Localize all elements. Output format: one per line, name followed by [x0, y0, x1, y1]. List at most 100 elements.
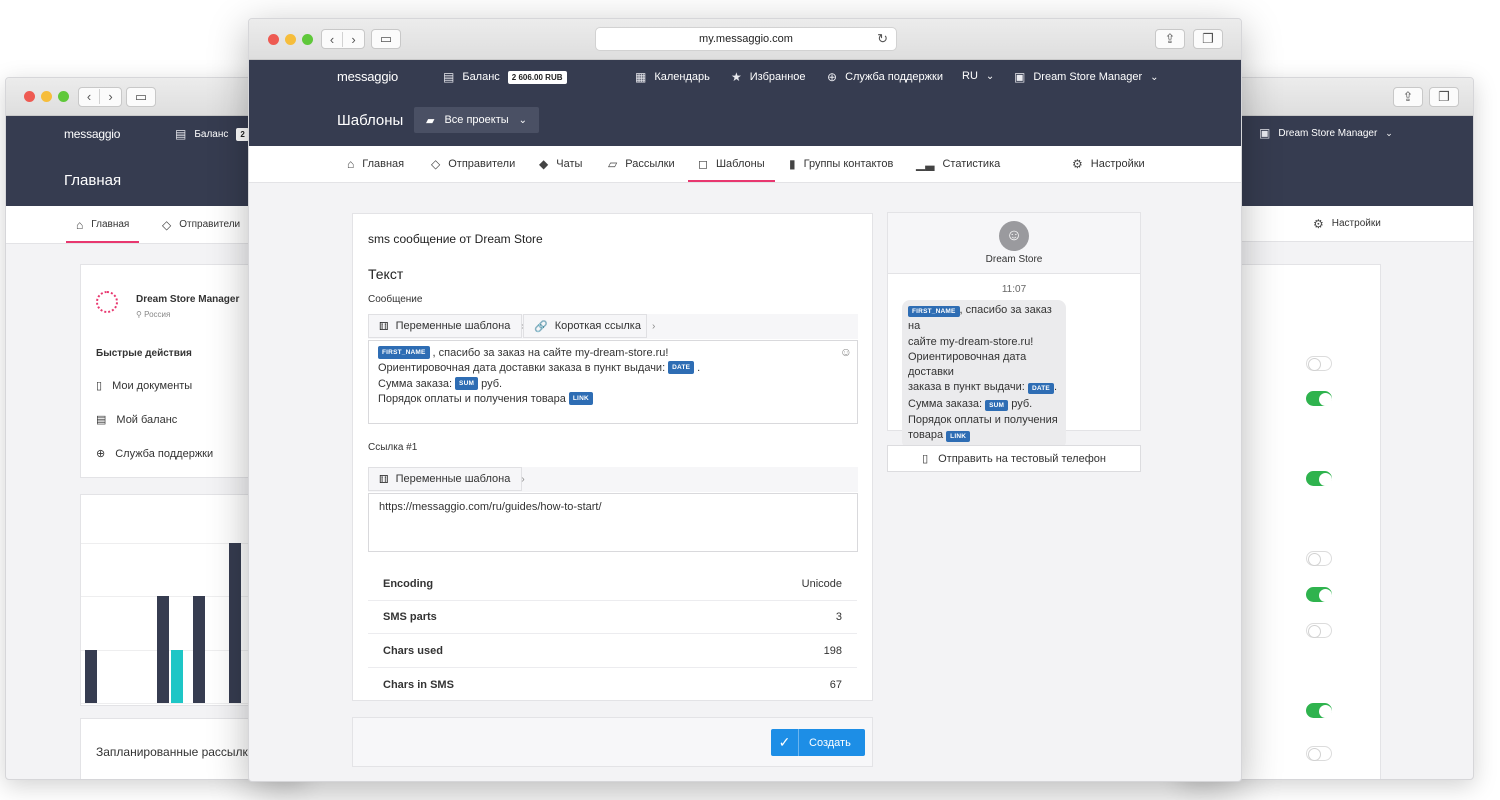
- logo[interactable]: messaggio: [64, 127, 120, 141]
- link-icon: 🔗: [534, 320, 548, 333]
- home-icon: ⌂: [347, 157, 355, 171]
- balance-badge: 2 606.00 RUB: [507, 70, 567, 84]
- variables-icon: ⚅: [379, 320, 389, 333]
- user-icon: ☺: [1005, 227, 1023, 244]
- link-label: Ссылка #1: [368, 442, 418, 453]
- variable-tag: SUM: [455, 377, 479, 390]
- check-icon: ✓: [771, 729, 799, 756]
- language-select[interactable]: RU ⌄: [962, 70, 994, 82]
- maximize-window-icon[interactable]: [58, 91, 69, 102]
- page-title: Шаблоны: [337, 112, 404, 129]
- calendar-icon: ▦: [635, 70, 647, 84]
- link-variables-button[interactable]: ⚅ Переменные шаблона ›: [368, 467, 525, 491]
- projects-dropdown[interactable]: ▰ Все проекты ⌄: [414, 107, 540, 133]
- history-buttons[interactable]: ‹ ›: [321, 29, 365, 49]
- forward-arrow-icon[interactable]: ›: [343, 32, 364, 47]
- sidebar-toggle-button[interactable]: ▭: [126, 86, 156, 107]
- quick-action-documents[interactable]: ▯ Мои документы: [96, 379, 192, 393]
- toggle-7[interactable]: [1306, 703, 1332, 718]
- tab-settings[interactable]: ⚙ Настройки: [1072, 146, 1145, 182]
- tabs-icon: ❐: [1202, 31, 1214, 46]
- tab-settings[interactable]: ⚙ Настройки: [1313, 206, 1381, 241]
- link-input[interactable]: https://messaggio.com/ru/guides/how-to-s…: [368, 493, 858, 552]
- chart-bar: [193, 595, 205, 703]
- share-icon: ⇪: [1402, 88, 1414, 104]
- phone-icon: ▯: [922, 453, 929, 465]
- tab-home[interactable]: ⌂ Главная: [65, 206, 140, 243]
- variable-tag: FIRST_NAME: [908, 306, 960, 317]
- quick-action-support[interactable]: ⊕ Служба поддержки: [96, 447, 213, 461]
- gear-icon: ⚙: [1313, 216, 1324, 231]
- maximize-window-icon[interactable]: [302, 33, 313, 45]
- tabs-button[interactable]: ❐: [1429, 86, 1459, 107]
- tab-contact-groups[interactable]: ▮ Группы контактов: [789, 146, 893, 182]
- toggle-3[interactable]: [1306, 471, 1332, 486]
- page-title: Главная: [64, 172, 122, 189]
- balance[interactable]: ▤ Баланс 2 606.00 RUB: [443, 70, 567, 84]
- history-buttons[interactable]: ‹ ›: [78, 86, 122, 107]
- short-link-button[interactable]: 🔗 Короткая ссылка ›: [523, 314, 655, 338]
- forward-arrow-icon[interactable]: ›: [100, 89, 121, 104]
- back-arrow-icon[interactable]: ‹: [79, 89, 100, 104]
- calendar-link[interactable]: ▦ Календарь: [635, 70, 710, 84]
- profile-location: ⚲ Россия: [136, 310, 171, 319]
- support-link[interactable]: ⊕ Служба поддержки: [827, 70, 943, 84]
- balance[interactable]: ▤ Баланс 2: [175, 127, 249, 141]
- chevron-down-icon: ⌄: [518, 114, 528, 126]
- sidebar-toggle-button[interactable]: ▭: [371, 29, 401, 49]
- create-button[interactable]: ✓ Создать: [771, 729, 865, 756]
- share-button[interactable]: ⇪: [1393, 86, 1423, 107]
- tab-home[interactable]: ⌂ Главная: [347, 146, 404, 182]
- variable-tag: SUM: [985, 399, 1009, 411]
- toggle-4[interactable]: [1306, 551, 1332, 566]
- avatar: [96, 291, 118, 313]
- stat-encoding: Encoding Unicode: [368, 568, 857, 601]
- toggle-2[interactable]: [1306, 391, 1332, 406]
- tab-senders[interactable]: ◇ Отправители: [431, 146, 515, 182]
- tab-statistics[interactable]: ▁▃ Статистика: [916, 146, 1000, 182]
- tab-senders[interactable]: ◇ Отправители: [162, 206, 240, 243]
- share-button[interactable]: ⇪: [1155, 29, 1185, 49]
- lifebuoy-icon: ⊕: [827, 70, 838, 84]
- favorites-link[interactable]: ★ Избранное: [731, 70, 806, 84]
- template-variables-button[interactable]: ⚅ Переменные шаблона ›: [368, 314, 525, 338]
- user-menu[interactable]: ▣ Dream Store Manager ⌄: [1014, 70, 1159, 84]
- main-browser-window: ‹ › ▭ my.messaggio.com ↻ ⇪ ❐ messaggio ▤ …: [248, 18, 1242, 782]
- close-window-icon[interactable]: [24, 91, 35, 102]
- id-card-icon: ▣: [1014, 70, 1026, 84]
- contacts-icon: ▮: [789, 157, 796, 171]
- minimize-window-icon[interactable]: [41, 91, 52, 102]
- variable-tag: DATE: [668, 361, 695, 374]
- chevron-right-icon: ›: [651, 320, 656, 332]
- tag-icon: ◇: [431, 157, 441, 171]
- logo[interactable]: messaggio: [337, 69, 398, 84]
- toggle-6[interactable]: [1306, 623, 1332, 638]
- chart-bar: [171, 650, 183, 703]
- minimize-window-icon[interactable]: [285, 33, 296, 45]
- emoji-icon[interactable]: ☺: [840, 345, 852, 359]
- balance-badge: 2: [236, 127, 249, 141]
- close-window-icon[interactable]: [268, 33, 279, 45]
- tab-chats[interactable]: ◆ Чаты: [539, 146, 582, 182]
- template-editor: sms сообщение от Dream Store Текст Сообщ…: [352, 213, 873, 701]
- toggle-1[interactable]: [1306, 356, 1332, 371]
- template-name[interactable]: sms сообщение от Dream Store: [368, 232, 543, 246]
- mailing-icon: ▱: [608, 157, 618, 171]
- tab-mailings[interactable]: ▱ Рассылки: [608, 146, 675, 182]
- message-textarea[interactable]: FIRST_NAME , спасибо за заказ на сайте m…: [368, 340, 858, 424]
- quick-action-balance[interactable]: ▤ Мой баланс: [96, 413, 177, 427]
- tab-templates[interactable]: ◻ Шаблоны: [688, 146, 775, 182]
- sender-name: Dream Store: [985, 254, 1043, 265]
- send-test-button[interactable]: ▯ Отправить на тестовый телефон: [887, 445, 1141, 472]
- user-menu[interactable]: ▣ Dream Store Manager ⌄: [1259, 126, 1393, 140]
- reload-icon[interactable]: ↻: [877, 31, 888, 47]
- chevron-down-icon: ⌄: [1150, 71, 1159, 83]
- address-bar[interactable]: my.messaggio.com ↻: [595, 27, 897, 51]
- toggle-8[interactable]: [1306, 746, 1332, 761]
- tabs-button[interactable]: ❐: [1193, 29, 1223, 49]
- message-bubble: FIRST_NAME, спасибо за заказ на сайте my…: [902, 300, 1066, 449]
- gear-icon: ⚙: [1072, 157, 1083, 171]
- chat-icon: ◆: [539, 157, 549, 171]
- back-arrow-icon[interactable]: ‹: [322, 31, 343, 47]
- toggle-5[interactable]: [1306, 587, 1332, 602]
